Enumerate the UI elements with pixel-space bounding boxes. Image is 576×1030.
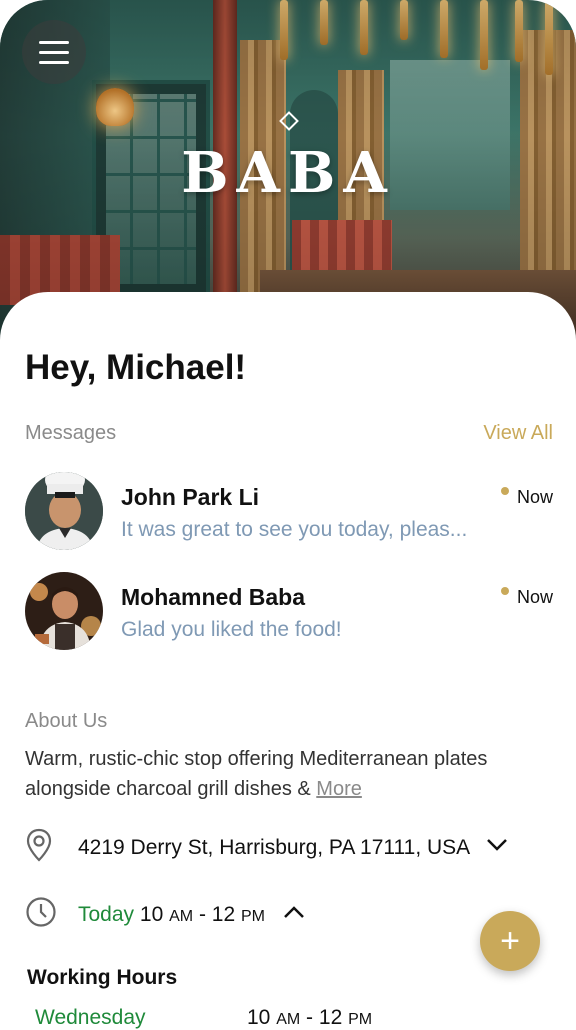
menu-icon-bar <box>39 60 69 64</box>
unread-dot-icon <box>501 487 509 495</box>
menu-button[interactable] <box>22 20 86 84</box>
about-text: Warm, rustic-chic stop offering Mediterr… <box>25 748 488 800</box>
message-preview: Glad you liked the food! <box>121 618 342 641</box>
today-label: Today <box>78 902 135 926</box>
message-preview: It was great to see you today, pleas... <box>121 518 468 541</box>
avatar <box>25 572 103 650</box>
unread-dot-icon <box>501 587 509 595</box>
open-hour: 10 <box>139 902 164 926</box>
location-pin-icon <box>25 828 61 867</box>
hours-separator: - <box>306 1006 314 1029</box>
message-time: Now <box>516 487 553 507</box>
open-suffix: AM <box>169 907 194 925</box>
message-item[interactable]: Mohamned Baba Glad you liked the food! N… <box>25 572 555 652</box>
greeting-title: Hey, Michael! <box>25 348 247 387</box>
add-button[interactable]: + <box>480 911 540 971</box>
menu-icon-bar <box>39 50 69 54</box>
hours-open: 10 <box>247 1006 271 1029</box>
chevron-up-icon[interactable] <box>283 905 305 924</box>
hours-time: 10 AM - 12 PM <box>247 1006 372 1030</box>
about-description: Warm, rustic-chic stop offering Mediterr… <box>25 744 545 804</box>
messages-label: Messages <box>25 422 117 444</box>
message-sender: Mohamned Baba <box>121 584 306 610</box>
close-hour: 12 <box>211 902 236 926</box>
view-all-link[interactable]: View All <box>483 422 553 445</box>
close-suffix: PM <box>240 907 265 925</box>
about-label: About Us <box>25 710 108 732</box>
hours-row[interactable]: Today 10 AM - 12 PM <box>25 896 305 933</box>
address-text: 4219 Derry St, Harrisburg, PA 17111, USA <box>78 835 471 859</box>
brand-logo: BABA <box>181 140 395 206</box>
hours-day: Wednesday <box>35 1006 146 1029</box>
hours-close: 12 <box>318 1006 343 1029</box>
hours-today: Today 10 AM - 12 PM <box>78 903 265 927</box>
avatar <box>25 472 103 550</box>
clock-icon <box>25 896 61 933</box>
menu-icon <box>39 40 69 44</box>
hours-open-suffix: AM <box>276 1011 301 1028</box>
hero-image: BABA <box>0 0 576 340</box>
message-sender: John Park Li <box>121 484 260 510</box>
message-time: Now <box>516 587 553 607</box>
address-row[interactable]: 4219 Derry St, Harrisburg, PA 17111, USA <box>25 828 508 867</box>
hours-separator: - <box>198 902 206 926</box>
working-hours-title: Working Hours <box>27 966 178 989</box>
hours-close-suffix: PM <box>348 1011 373 1028</box>
message-item[interactable]: John Park Li It was great to see you tod… <box>25 472 555 552</box>
plus-icon: + <box>500 922 520 960</box>
chevron-down-icon[interactable] <box>486 838 508 857</box>
more-link[interactable]: More <box>316 778 362 800</box>
